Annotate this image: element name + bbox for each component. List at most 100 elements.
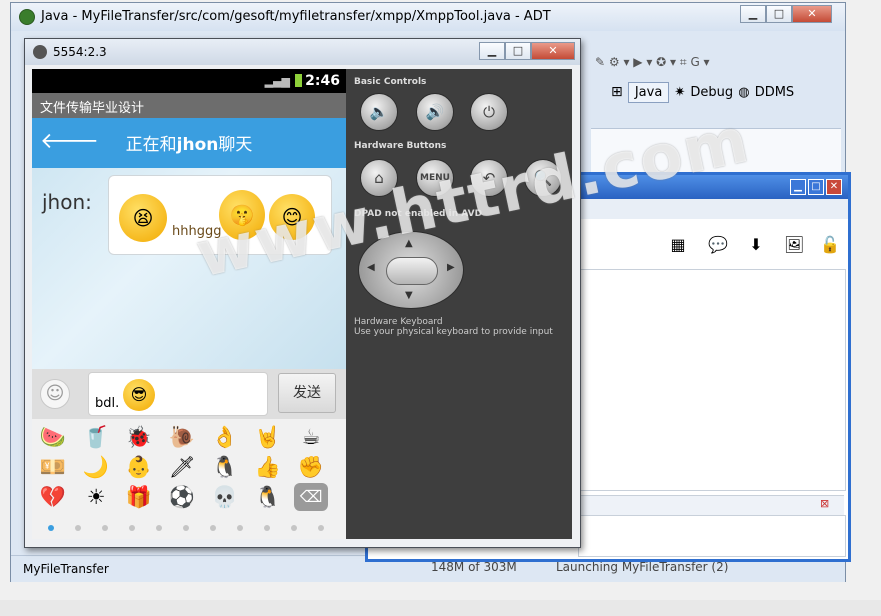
dialog-content-area <box>578 269 846 491</box>
status-launch[interactable]: Launching MyFileTransfer (2) <box>556 560 728 574</box>
image-icon[interactable]: 🖼 <box>784 235 804 255</box>
hardware-buttons-heading: Hardware Buttons <box>354 141 447 151</box>
minimize-button[interactable]: ▁ <box>740 5 766 23</box>
emoji-cell[interactable]: 🌙 <box>79 453 113 481</box>
emoji-cell[interactable]: 💴 <box>36 453 70 481</box>
open-perspective-icon[interactable]: ⊞ <box>611 84 623 100</box>
battery-icon <box>295 74 302 87</box>
emoji-cell[interactable]: 👍 <box>251 453 285 481</box>
emulator-title: 5554:2.3 <box>53 45 107 59</box>
emoji-cell[interactable]: ☕ <box>294 423 328 451</box>
dialog-maximize-button[interactable]: □ <box>808 179 824 195</box>
signal-icon: ▂▄▆ <box>264 75 290 88</box>
download-icon[interactable]: ⬇ <box>746 235 766 255</box>
page-dot[interactable] <box>318 525 324 531</box>
chat-title-name: jhon <box>176 135 219 155</box>
dpad-center-button[interactable] <box>386 257 438 285</box>
page-dot[interactable] <box>156 525 162 531</box>
emulator-minimize-button[interactable]: ▁ <box>479 42 505 60</box>
perspective-java[interactable]: Java <box>627 82 670 103</box>
chat-header: 🡐 正在和jhon聊天 <box>32 118 346 168</box>
perspective-ddms[interactable]: DDMS <box>755 85 795 100</box>
emoji-cell[interactable]: 👌 <box>208 423 242 451</box>
page-dot[interactable] <box>291 525 297 531</box>
emoji-picker: 🍉 🥤 🐞 🐌 👌 🤘 ☕ 💴 🌙 👶 🗡 🐧 👍 ✊ 💔 ☀ 🎁 ⚽ 💀 🐧 ⌫ <box>32 419 346 539</box>
toolbar-icons[interactable]: ✎ ⚙ ▾ ▶ ▾ ✪ ▾ ⌗ G ▾ <box>595 55 710 70</box>
emoji-cell[interactable]: 🐞 <box>122 423 156 451</box>
eclipse-app-icon <box>19 9 35 25</box>
emoji-cell[interactable]: 💔 <box>36 483 70 511</box>
emoji-cell[interactable]: 🐌 <box>165 423 199 451</box>
page-indicator <box>32 525 346 533</box>
dpad-down-icon: ▼ <box>405 290 413 301</box>
taskbar-strip <box>0 600 881 616</box>
message-input-text: bdl. <box>95 396 120 411</box>
app-title: 文件传输毕业设计 <box>40 101 145 116</box>
emoji-cell[interactable]: ⚽ <box>165 483 199 511</box>
emulator-window: 5554:2.3 ▁ □ ✕ ▂▄▆ 2:46 文件传输毕业设计 🡐 正在和jh… <box>24 38 581 548</box>
power-button[interactable]: ⏻ <box>470 93 508 131</box>
emoji-cell[interactable]: 🗡 <box>165 453 199 481</box>
grid-icon[interactable]: ▦ <box>668 235 688 255</box>
emoji-cell[interactable]: 🍉 <box>36 423 70 451</box>
emoji-cell[interactable]: 💀 <box>208 483 242 511</box>
dialog-lower-bar <box>578 495 844 516</box>
dialog-input-area[interactable] <box>578 515 846 557</box>
dialog-minimize-button[interactable]: ▁ <box>790 179 806 195</box>
basic-controls-heading: Basic Controls <box>354 77 427 87</box>
emulator-close-button[interactable]: ✕ <box>531 42 575 60</box>
perspective-debug[interactable]: Debug <box>690 85 733 100</box>
emoji-cell[interactable]: 🐧 <box>208 453 242 481</box>
status-project: MyFileTransfer <box>23 562 109 576</box>
sunglasses-emoji: 😎 <box>123 379 155 411</box>
emoji-toggle-button[interactable]: ☺ <box>40 379 70 409</box>
chat-title-prefix: 正在和 <box>125 135 177 155</box>
dpad-right-icon: ▶ <box>447 262 455 273</box>
volume-down-button[interactable]: 🔈 <box>360 93 398 131</box>
emoji-cell[interactable]: 🐧 <box>251 483 285 511</box>
dialog-close-small-icon[interactable]: ⊠ <box>820 497 829 510</box>
message-input[interactable]: bdl. 😎 <box>88 372 268 416</box>
eclipse-titlebar: Java - MyFileTransfer/src/com/gesoft/myf… <box>11 3 845 31</box>
ddms-icon: ◍ <box>738 85 750 100</box>
emoji-cell[interactable]: 🤘 <box>251 423 285 451</box>
status-memory[interactable]: 148M of 303M <box>431 560 517 574</box>
status-clock: 2:46 <box>305 73 340 89</box>
lock-icon[interactable]: 🔓 <box>820 235 840 255</box>
keyboard-note: Hardware Keyboard Use your physical keyb… <box>354 317 553 337</box>
perspective-bar: ⊞ Java ✷ Debug ◍ DDMS <box>611 81 795 103</box>
emoji-delete-button[interactable]: ⌫ <box>294 483 328 511</box>
chat-icon[interactable]: 💬 <box>708 235 728 255</box>
page-dot[interactable] <box>237 525 243 531</box>
chat-input-bar: ☺ bdl. 😎 发送 <box>32 369 346 419</box>
page-dot[interactable] <box>75 525 81 531</box>
keyboard-note-text: Use your physical keyboard to provide in… <box>354 327 553 337</box>
emulator-titlebar: 5554:2.3 ▁ □ ✕ <box>25 39 580 65</box>
maximize-button[interactable]: □ <box>766 5 792 23</box>
page-dot-active[interactable] <box>48 525 54 531</box>
emoji-cell[interactable]: 👶 <box>122 453 156 481</box>
dialog-close-button[interactable]: ✕ <box>826 179 842 195</box>
phone-screen: ▂▄▆ 2:46 文件传输毕业设计 🡐 正在和jhon聊天 jhon: 😫 hh… <box>32 69 346 539</box>
emoji-cell[interactable]: ☀ <box>79 483 113 511</box>
page-dot[interactable] <box>264 525 270 531</box>
android-icon <box>33 45 47 59</box>
eclipse-window-title: Java - MyFileTransfer/src/com/gesoft/myf… <box>41 9 551 24</box>
page-dot[interactable] <box>129 525 135 531</box>
page-dot[interactable] <box>210 525 216 531</box>
page-dot[interactable] <box>183 525 189 531</box>
close-button[interactable]: ✕ <box>792 5 832 23</box>
emulator-controls: Basic Controls 🔈 🔊 ⏻ Hardware Buttons ⌂ … <box>346 69 572 539</box>
emoji-cell[interactable]: 🥤 <box>79 423 113 451</box>
emulator-maximize-button[interactable]: □ <box>505 42 531 60</box>
emoji-cell[interactable]: 🎁 <box>122 483 156 511</box>
chat-title-suffix: 聊天 <box>218 135 253 155</box>
dpad-left-icon: ◀ <box>367 262 375 273</box>
emoji-cell[interactable]: ✊ <box>294 453 328 481</box>
tired-face-emoji: 😫 <box>119 194 167 242</box>
message-sender: jhon: <box>42 190 92 214</box>
debug-icon: ✷ <box>674 85 686 100</box>
volume-up-button[interactable]: 🔊 <box>416 93 454 131</box>
page-dot[interactable] <box>102 525 108 531</box>
send-button[interactable]: 发送 <box>278 373 336 413</box>
